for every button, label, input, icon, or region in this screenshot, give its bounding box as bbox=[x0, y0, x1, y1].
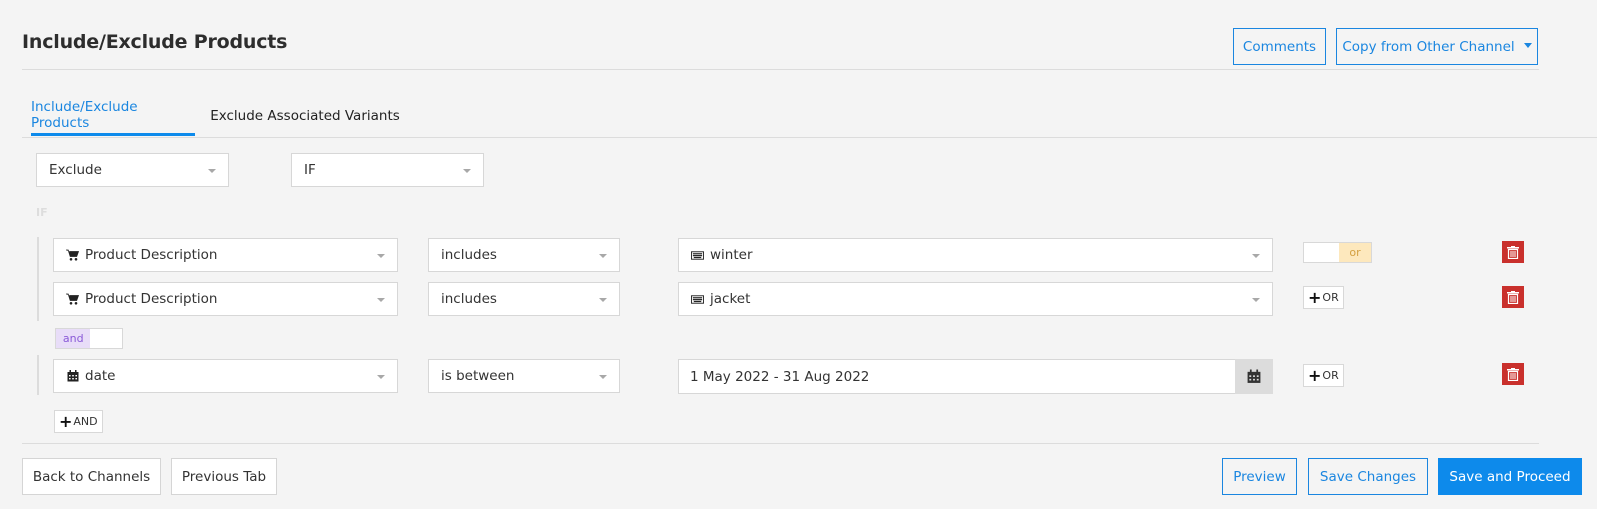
comments-label: Comments bbox=[1242, 38, 1317, 55]
chevron-down-icon bbox=[1252, 298, 1260, 302]
chevron-down-icon bbox=[377, 375, 385, 379]
chevron-down-icon bbox=[599, 254, 607, 258]
delete-rule-button[interactable] bbox=[1502, 286, 1524, 308]
copy-label: Copy from Other Channel bbox=[1342, 38, 1515, 55]
chevron-down-icon bbox=[1252, 254, 1260, 258]
rule-operator-select[interactable]: includes bbox=[428, 282, 620, 316]
calendar-icon bbox=[66, 370, 79, 383]
rule-group-bar bbox=[37, 355, 39, 395]
page-title: Include/Exclude Products bbox=[22, 31, 288, 53]
copy-from-other-channel-dropdown[interactable]: Copy from Other Channel bbox=[1336, 28, 1538, 65]
select-value: Exclude bbox=[49, 162, 102, 178]
tab-label: Exclude Associated Variants bbox=[210, 108, 400, 124]
chevron-down-icon bbox=[208, 169, 216, 173]
rule-value-select[interactable]: jacket bbox=[678, 282, 1273, 316]
back-to-channels-button[interactable]: Back to Channels bbox=[22, 458, 161, 495]
delete-rule-button[interactable] bbox=[1502, 363, 1524, 385]
chevron-down-icon bbox=[463, 169, 471, 173]
keyboard-icon bbox=[691, 293, 704, 306]
chevron-down-icon bbox=[377, 298, 385, 302]
add-or-label: OR bbox=[1322, 291, 1339, 304]
add-or-button[interactable]: + OR bbox=[1303, 364, 1344, 387]
comments-button[interactable]: Comments bbox=[1233, 28, 1326, 65]
trash-icon bbox=[1507, 367, 1519, 381]
back-label: Back to Channels bbox=[32, 468, 151, 485]
date-range-value: 1 May 2022 - 31 Aug 2022 bbox=[690, 368, 870, 385]
if-label: IF bbox=[36, 206, 48, 219]
rule-group-bar bbox=[37, 237, 39, 321]
date-range-input[interactable]: 1 May 2022 - 31 Aug 2022 bbox=[678, 359, 1236, 394]
add-or-button[interactable]: + OR bbox=[1303, 286, 1344, 309]
save-proceed-label: Save and Proceed bbox=[1449, 468, 1571, 485]
date-picker-button[interactable] bbox=[1235, 359, 1273, 394]
plus-icon: + bbox=[1308, 287, 1322, 307]
chevron-down-icon bbox=[377, 254, 385, 258]
preview-label: Preview bbox=[1233, 468, 1286, 485]
rule-operator-select[interactable]: includes bbox=[428, 238, 620, 272]
select-value: Product Description bbox=[85, 247, 218, 263]
trash-icon bbox=[1507, 290, 1519, 304]
and-toggle-label: and bbox=[56, 329, 91, 348]
tab-exclude-associated-variants[interactable]: Exclude Associated Variants bbox=[210, 96, 400, 136]
condition-select[interactable]: IF bbox=[291, 153, 484, 187]
chevron-down-icon bbox=[599, 375, 607, 379]
select-value: jacket bbox=[710, 291, 751, 307]
tab-include-exclude-products[interactable]: Include/Exclude Products bbox=[31, 96, 195, 136]
and-toggle[interactable]: and bbox=[55, 328, 123, 349]
chevron-down-icon bbox=[599, 298, 607, 302]
rule-value-select[interactable]: winter bbox=[678, 238, 1273, 272]
select-value: includes bbox=[441, 291, 497, 307]
save-changes-label: Save Changes bbox=[1319, 468, 1417, 485]
or-toggle-label: or bbox=[1339, 243, 1371, 262]
previous-label: Previous Tab bbox=[181, 468, 267, 485]
include-exclude-select[interactable]: Exclude bbox=[36, 153, 229, 187]
cart-icon bbox=[66, 249, 79, 262]
add-or-label: OR bbox=[1322, 369, 1339, 382]
toggle-empty-side bbox=[90, 329, 122, 348]
select-value: includes bbox=[441, 247, 497, 263]
save-and-proceed-button[interactable]: Save and Proceed bbox=[1438, 458, 1582, 495]
cart-icon bbox=[66, 293, 79, 306]
trash-icon bbox=[1507, 245, 1519, 259]
plus-icon: + bbox=[1308, 365, 1322, 385]
tab-label: Include/Exclude Products bbox=[31, 98, 138, 131]
toggle-empty-side bbox=[1304, 243, 1339, 262]
rule-field-select[interactable]: Product Description bbox=[53, 282, 398, 316]
or-toggle[interactable]: or bbox=[1303, 242, 1372, 263]
delete-rule-button[interactable] bbox=[1502, 241, 1524, 263]
previous-tab-button[interactable]: Previous Tab bbox=[171, 458, 277, 495]
select-value: Product Description bbox=[85, 291, 218, 307]
rule-field-select[interactable]: Product Description bbox=[53, 238, 398, 272]
select-value: is between bbox=[441, 368, 515, 384]
calendar-icon bbox=[1247, 369, 1261, 383]
select-value: winter bbox=[710, 247, 753, 263]
rule-field-select[interactable]: date bbox=[53, 359, 398, 393]
add-and-button[interactable]: + AND bbox=[54, 410, 103, 433]
header-divider bbox=[22, 69, 1539, 70]
save-changes-button[interactable]: Save Changes bbox=[1308, 458, 1428, 495]
select-value: date bbox=[85, 368, 116, 384]
caret-down-icon bbox=[1523, 43, 1532, 48]
preview-button[interactable]: Preview bbox=[1222, 458, 1297, 495]
keyboard-icon bbox=[691, 249, 704, 262]
plus-icon: + bbox=[59, 411, 73, 431]
select-value: IF bbox=[304, 162, 316, 178]
rule-operator-select[interactable]: is between bbox=[428, 359, 620, 393]
tabs-divider bbox=[22, 137, 1597, 138]
footer-divider bbox=[22, 443, 1539, 444]
add-and-label: AND bbox=[73, 415, 98, 428]
